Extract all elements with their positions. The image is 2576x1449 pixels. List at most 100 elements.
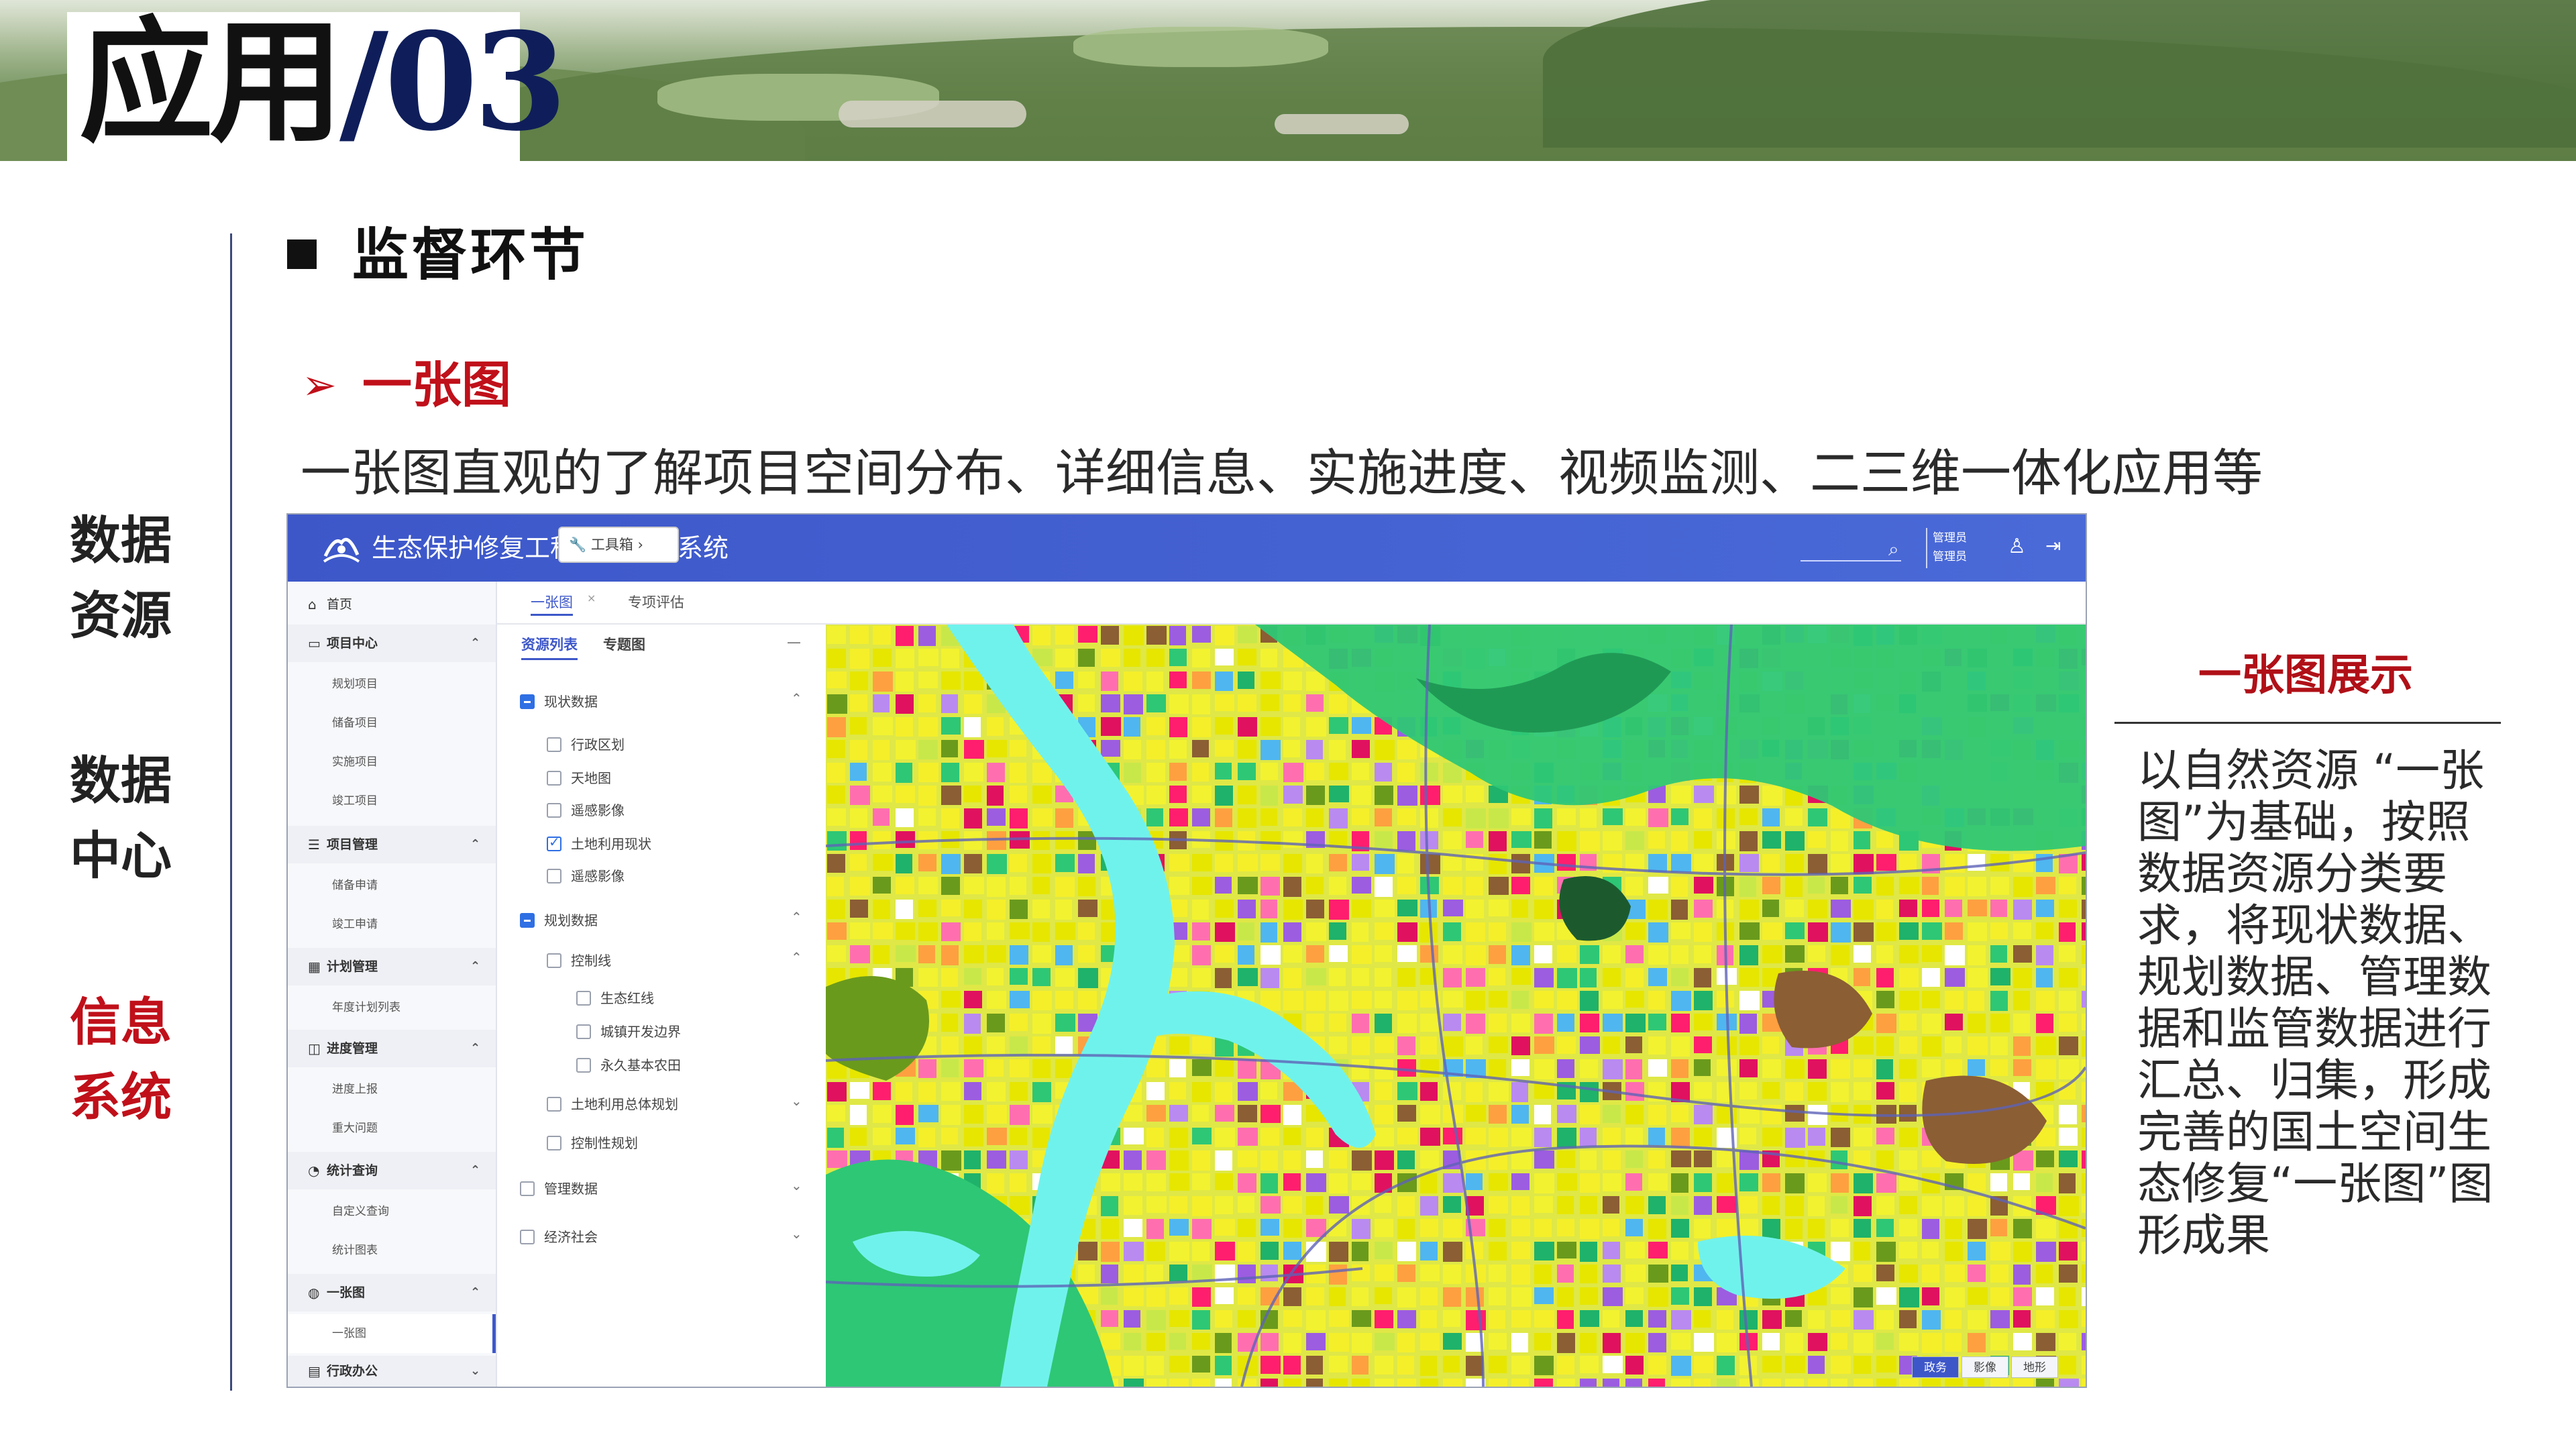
chevron-up-icon[interactable]: ⌃: [791, 690, 802, 706]
search-input[interactable]: [1801, 560, 1901, 561]
map-parcel: [1101, 1219, 1119, 1239]
sidebar-item[interactable]: 年度计划列表: [288, 988, 496, 1027]
sidebar-item[interactable]: 储备申请: [288, 866, 496, 905]
map-parcel: [1945, 1310, 1962, 1329]
user-role[interactable]: 管理员: [1933, 529, 1967, 547]
map-parcel: [827, 626, 846, 644]
chevron-up-icon[interactable]: ⌃: [791, 949, 802, 965]
sidebar-item[interactable]: 统计图表: [288, 1231, 496, 1270]
map-parcel: [1785, 1219, 1803, 1239]
layer-group-checkbox[interactable]: [520, 694, 535, 709]
layer-checkbox[interactable]: [547, 771, 561, 786]
map-parcel: [1968, 1265, 1986, 1282]
chevron-up-icon[interactable]: ⌃: [791, 909, 802, 925]
basemap-terrain-button[interactable]: 地形: [2011, 1356, 2058, 1378]
map-parcel: [1238, 1379, 1256, 1387]
sidebar-group-statistics[interactable]: ◔ 统计查询 ⌃: [288, 1152, 496, 1189]
sidebar-item-label: 竣工申请: [332, 918, 378, 931]
map-parcel: [1511, 900, 1528, 918]
sidebar-item[interactable]: 竣工申请: [288, 905, 496, 944]
layer-checkbox[interactable]: [547, 953, 561, 968]
map-parcel: [1352, 1150, 1372, 1171]
map-parcel: [1124, 1379, 1144, 1387]
search-icon[interactable]: ⌕: [1888, 538, 1899, 561]
tab-thematic-map[interactable]: 专题图: [603, 634, 645, 654]
tab-one-map[interactable]: 一张图: [531, 591, 573, 616]
layer-checkbox[interactable]: [547, 1097, 561, 1112]
toolbox-button[interactable]: 🔧 工具箱 ›: [558, 527, 679, 563]
map-parcel: [2013, 968, 2032, 988]
sidebar-item[interactable]: 重大问题: [288, 1109, 496, 1148]
close-tab-icon[interactable]: ×: [587, 587, 596, 610]
layer-group-checkbox[interactable]: [520, 1181, 535, 1196]
sidebar-item[interactable]: 竣工项目: [288, 782, 496, 820]
layer-checkbox[interactable]: [576, 991, 591, 1006]
map-parcel: [1420, 1379, 1438, 1387]
user-name[interactable]: 管理员: [1933, 548, 1967, 566]
chevron-down-icon[interactable]: ⌄: [791, 1226, 802, 1242]
map-parcel: [896, 877, 914, 894]
layer-checkbox-checked[interactable]: [547, 834, 561, 851]
map-parcel: [1238, 922, 1254, 941]
map-parcel: [1625, 1196, 1644, 1214]
map-parcel: [1511, 1333, 1528, 1352]
map-parcel: [1329, 1196, 1349, 1214]
layer-checkbox[interactable]: [547, 737, 561, 752]
map-parcel: [1352, 808, 1369, 825]
sidebar-group-project-management[interactable]: ☰ 项目管理 ⌃: [288, 826, 496, 863]
layer-group-checkbox[interactable]: [520, 1230, 535, 1244]
basemap-imagery-button[interactable]: 影像: [1962, 1356, 2008, 1378]
map-parcel: [1329, 900, 1349, 920]
map-parcel: [1329, 1356, 1348, 1373]
sidebar-group-plan-management[interactable]: ▦ 计划管理 ⌃: [288, 948, 496, 985]
map-parcel: [1899, 1287, 1919, 1307]
sidebar-item-one-map[interactable]: 一张图: [288, 1314, 496, 1353]
nav-data-center[interactable]: 数据 中心: [54, 743, 188, 894]
sidebar-item[interactable]: 进度上报: [288, 1070, 496, 1109]
layer-checkbox[interactable]: [576, 1058, 591, 1073]
map-parcel: [918, 1128, 935, 1147]
tab-special-assessment[interactable]: 专项评估: [628, 591, 684, 614]
sidebar-group-office[interactable]: ▤ 行政办公 ⌄: [288, 1356, 496, 1387]
layer-checkbox[interactable]: [547, 803, 561, 818]
map-parcel: [1306, 1173, 1326, 1192]
chevron-down-icon[interactable]: ⌄: [791, 1093, 802, 1109]
map-parcel: [1078, 968, 1098, 988]
map-parcel: [1968, 900, 1987, 916]
chevron-down-icon[interactable]: ⌄: [791, 1177, 802, 1193]
map-parcel: [1945, 945, 1965, 965]
sidebar-group-project-center[interactable]: ▭ 项目中心 ⌃: [288, 625, 496, 662]
sidebar-group-one-map[interactable]: ◍ 一张图 ⌃: [288, 1274, 496, 1311]
collapse-panel-icon[interactable]: —: [787, 634, 801, 650]
layer-group-checkbox[interactable]: [520, 913, 535, 928]
layer-checkbox[interactable]: [547, 1136, 561, 1150]
map-parcel: [1648, 1150, 1665, 1169]
map-parcel: [2036, 1287, 2054, 1305]
map-parcel: [1785, 1310, 1802, 1327]
map-parcel: [1283, 968, 1301, 988]
sidebar-item[interactable]: 实施项目: [288, 743, 496, 782]
layer-checkbox[interactable]: [547, 869, 561, 883]
nav-data-resources[interactable]: 数据 资源: [54, 503, 188, 653]
map-parcel: [1238, 1059, 1256, 1079]
sidebar-item-home[interactable]: ⌂ 首页: [288, 591, 496, 618]
sidebar-item[interactable]: 规划项目: [288, 665, 496, 704]
sidebar-item[interactable]: 储备项目: [288, 704, 496, 743]
tab-resource-list[interactable]: 资源列表: [521, 634, 578, 660]
sidebar-group-progress-management[interactable]: ◫ 进度管理 ⌃: [288, 1030, 496, 1067]
sidebar-item[interactable]: 自定义查询: [288, 1192, 496, 1231]
map-parcel: [1101, 717, 1121, 736]
user-icon[interactable]: ♙: [2008, 535, 2026, 558]
map-parcel: [1717, 1150, 1733, 1167]
nav-info-system[interactable]: 信息 系统: [54, 985, 188, 1135]
map-parcel: [850, 1082, 869, 1099]
logout-icon[interactable]: ⇥: [2045, 535, 2061, 557]
layer-checkbox[interactable]: [576, 1024, 591, 1039]
map-parcel: [1283, 1356, 1301, 1375]
map-parcel: [987, 786, 1004, 806]
land-use-map[interactable]: [826, 625, 2086, 1387]
layer-label: 行政区划: [571, 737, 625, 753]
map-parcel: [1260, 1379, 1278, 1387]
basemap-gov-button[interactable]: 政务: [1912, 1356, 1959, 1378]
map-parcel: [941, 1105, 961, 1125]
